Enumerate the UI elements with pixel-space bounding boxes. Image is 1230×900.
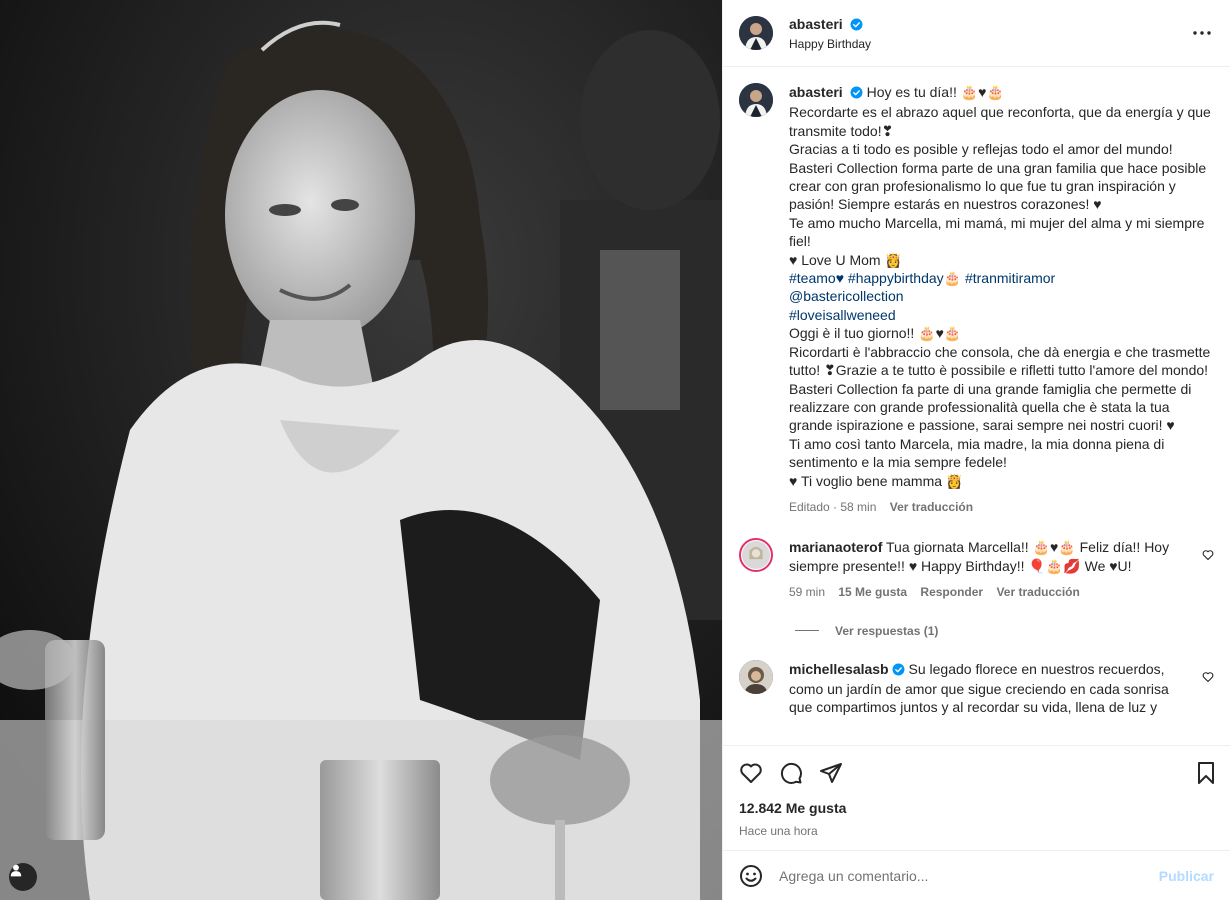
caption-text: abasteri Hoy es tu día!! 🎂♥🎂 Recordarte … — [789, 83, 1214, 516]
comment-like-button[interactable] — [1202, 548, 1214, 564]
likes-count[interactable]: 12.842 Me gusta — [723, 800, 1230, 820]
hashtag-row: #teamo♥ #happybirthday🎂 #tranmitiramor — [789, 269, 1214, 287]
more-options-icon — [1193, 31, 1211, 35]
comment-button[interactable] — [779, 761, 803, 785]
caption-line: ♥ Love U Mom 👸 — [789, 251, 902, 268]
caption-line: Recordarte es el abrazo aquel que reconf… — [789, 104, 1211, 139]
heart-icon — [1202, 671, 1214, 682]
comment-icon — [780, 762, 802, 784]
hashtag-link[interactable]: #tranmitiramor — [965, 270, 1055, 286]
caption-line: Te amo mucho Marcella, mi mamá, mi mujer… — [789, 214, 1205, 250]
photo-illustration — [0, 0, 722, 900]
comment-time: 59 min — [789, 585, 826, 600]
caption-avatar[interactable] — [739, 83, 773, 117]
avatar-image — [739, 659, 773, 694]
comment-item: marianaoterof Tua giornata Marcella!! 🎂♥… — [739, 538, 1214, 601]
caption-username[interactable]: abasteri — [789, 84, 843, 100]
see-translation-link[interactable]: Ver traducción — [890, 500, 973, 514]
caption-line: Gracias a ti todo es posible y reflejas … — [789, 141, 1173, 158]
author-username[interactable]: abasteri — [789, 16, 843, 32]
post-caption: abasteri Hoy es tu día!! 🎂♥🎂 Recordarte … — [739, 83, 1214, 516]
instagram-post-view: abasteri Happy Birthday abasteri Hoy es … — [0, 0, 1230, 900]
comment-input[interactable] — [779, 867, 1159, 884]
publish-button[interactable]: Publicar — [1159, 868, 1214, 884]
comment-likes[interactable]: 15 Me gusta — [838, 585, 907, 599]
verified-badge-icon — [892, 662, 905, 680]
comment-meta: 59 min 15 Me gusta Responder Ver traducc… — [789, 583, 1186, 601]
hashtag-link[interactable]: #happybirthday🎂 — [848, 270, 961, 286]
reply-button[interactable]: Responder — [920, 585, 983, 599]
avatar-image — [742, 541, 770, 570]
comment-item: michellesalasb Su legado florece en nues… — [739, 659, 1214, 717]
more-options-button[interactable] — [1190, 21, 1214, 45]
header-meta: abasteri Happy Birthday — [789, 16, 1190, 51]
heart-icon — [740, 763, 762, 783]
verified-badge-icon — [850, 85, 863, 103]
comment-username[interactable]: marianaoterof — [789, 539, 882, 555]
view-replies-label: Ver respuestas (1) — [835, 623, 939, 638]
post-photo[interactable] — [0, 0, 722, 900]
view-replies-button[interactable]: Ver respuestas (1) — [795, 624, 1214, 638]
emoji-icon — [740, 864, 762, 887]
comment-username[interactable]: michellesalasb — [789, 661, 889, 677]
post-header: abasteri Happy Birthday — [723, 0, 1230, 67]
comment-body: michellesalasb Su legado florece en nues… — [789, 660, 1214, 717]
avatar-image — [739, 83, 773, 117]
commenter-avatar[interactable] — [739, 538, 773, 573]
caption-line: Hoy es tu día!! 🎂♥🎂 — [866, 84, 1004, 100]
caption-line: Ti amo così tanto Marcela, mia madre, la… — [789, 435, 1165, 471]
author-avatar[interactable] — [739, 16, 773, 50]
comment-like-button[interactable] — [1202, 670, 1214, 686]
hashtag-link[interactable]: #teamo♥ — [789, 270, 844, 286]
caption-meta: Editado · 58 min Ver traducción — [789, 498, 1214, 516]
post-timestamp: Hace una hora — [739, 824, 818, 838]
verified-badge-icon — [850, 18, 863, 34]
caption-line: Oggi è il tuo giorno!! 🎂♥🎂 — [789, 325, 962, 342]
comments-scroll-area[interactable]: abasteri Hoy es tu día!! 🎂♥🎂 Recordarte … — [723, 67, 1230, 745]
caption-line: Basteri Collection fa parte di una grand… — [789, 380, 1192, 434]
user-tag-button[interactable] — [9, 863, 37, 891]
replies-divider — [795, 630, 819, 632]
heart-icon — [1202, 550, 1214, 561]
see-translation-link[interactable]: Ver traducción — [996, 585, 1079, 599]
caption-line: Basteri Collection forma parte de una gr… — [789, 159, 1207, 213]
avatar-image — [739, 16, 773, 50]
emoji-picker-button[interactable] — [739, 864, 763, 888]
share-icon — [820, 763, 842, 783]
edited-timestamp: Editado · 58 min — [789, 499, 877, 514]
post-sidebar: abasteri Happy Birthday abasteri Hoy es … — [722, 0, 1230, 900]
mention-link[interactable]: @bastericollection — [789, 288, 904, 304]
comment-composer: Publicar — [723, 850, 1230, 900]
post-actions-bar — [723, 745, 1230, 800]
like-button[interactable] — [739, 761, 763, 785]
share-button[interactable] — [819, 761, 843, 785]
bookmark-icon — [1198, 762, 1214, 784]
caption-line: Ricordarti è l'abbraccio che consola, ch… — [789, 343, 1211, 379]
commenter-avatar[interactable] — [739, 659, 773, 694]
user-tag-icon — [10, 864, 22, 877]
hashtag-link[interactable]: #loveisallweneed — [789, 307, 896, 323]
caption-line: ♥ Ti voglio bene mamma 👸 — [789, 472, 964, 489]
post-subtitle[interactable]: Happy Birthday — [789, 37, 1190, 51]
comment-body: marianaoterof Tua giornata Marcella!! 🎂♥… — [789, 538, 1214, 601]
save-button[interactable] — [1194, 761, 1218, 785]
